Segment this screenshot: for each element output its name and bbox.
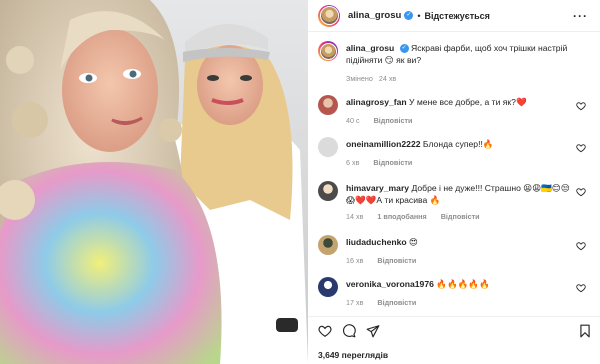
heart-icon[interactable]	[576, 101, 586, 111]
avatar[interactable]	[318, 235, 338, 255]
reply-button[interactable]: Відповісти	[441, 212, 480, 221]
author-username[interactable]: alina_grosu	[348, 10, 401, 21]
bookmark-icon[interactable]	[578, 324, 592, 338]
comment-meta: 17 хв Відповісти	[346, 298, 428, 307]
views-number: 3,649	[318, 350, 340, 360]
comment-meta: 16 хв Відповісти	[346, 256, 428, 265]
comment-username[interactable]: veronika_vorona1976	[346, 279, 434, 289]
comment-time: 16 хв	[346, 256, 364, 265]
avatar[interactable]	[318, 95, 338, 115]
heart-icon[interactable]	[576, 143, 586, 153]
comment-meta: 14 хв 1 вподобання Відповісти	[346, 212, 492, 221]
post-panel: alina_grosu ✓ • Відстежується ··· alina_…	[308, 0, 600, 364]
reply-button[interactable]: Відповісти	[374, 116, 413, 125]
comment-username[interactable]: himavary_mary	[346, 183, 409, 193]
comment-meta: 40 с Відповісти	[346, 116, 424, 125]
comment-time: 17 хв	[346, 298, 364, 307]
heart-icon[interactable]	[318, 324, 332, 338]
following-button[interactable]: Відстежується	[424, 11, 489, 21]
comment-body: oneinamillion2222 Блонда супер!!🔥	[346, 138, 572, 150]
reply-button[interactable]: Відповісти	[373, 158, 412, 167]
comment-text: 😍	[409, 237, 418, 247]
comment-text: У мене все добре, а ти як?❤️	[409, 97, 527, 107]
caption-username[interactable]: alina_grosu	[346, 43, 394, 53]
avatar[interactable]	[318, 4, 340, 27]
comment-time: 6 хв	[346, 158, 360, 167]
comment-body: veronika_vorona1976 🔥🔥🔥🔥🔥	[346, 278, 572, 290]
post-image	[0, 0, 308, 364]
caption-time: 24 хв	[378, 74, 397, 83]
comment-body: liudaduchenko 😍	[346, 236, 572, 248]
reply-button[interactable]: Відповісти	[377, 298, 416, 307]
comment-username[interactable]: alinagrosy_fan	[346, 97, 407, 107]
views-label: переглядів	[341, 350, 389, 360]
edited-label: Змінено	[346, 74, 373, 83]
caption-meta: Змінено 24 хв	[346, 74, 408, 83]
avatar[interactable]	[318, 137, 338, 157]
action-bar: 3,649 переглядів	[308, 316, 600, 364]
separator-dot: •	[417, 10, 421, 21]
comment-body: himavary_mary Добре і не дуже!!! Страшно…	[346, 182, 572, 206]
comment-time: 40 с	[346, 116, 360, 125]
heart-icon[interactable]	[576, 241, 586, 251]
heart-icon[interactable]	[576, 187, 586, 197]
caption-body: alina_grosu ✓ Яскраві фарби, щоб хоч трі…	[346, 42, 572, 66]
comment-text: 🔥🔥🔥🔥🔥	[436, 279, 490, 289]
avatar[interactable]	[318, 41, 338, 61]
more-options-icon[interactable]: ···	[573, 9, 588, 23]
avatar[interactable]	[318, 277, 338, 297]
comment-username[interactable]: oneinamillion2222	[346, 139, 421, 149]
post-photo	[0, 0, 308, 364]
likes-count[interactable]: 1 вподобання	[377, 212, 426, 221]
post-header: alina_grosu ✓ • Відстежується ···	[308, 0, 600, 32]
comment-icon[interactable]	[342, 324, 356, 338]
share-icon[interactable]	[366, 324, 380, 338]
comments-list: alina_grosu ✓ Яскраві фарби, щоб хоч трі…	[308, 33, 600, 316]
views-count: 3,649 переглядів	[318, 350, 388, 360]
comment-time: 14 хв	[346, 212, 364, 221]
heart-icon[interactable]	[576, 283, 586, 293]
verified-badge-icon: ✓	[399, 44, 409, 54]
reply-button[interactable]: Відповісти	[377, 256, 416, 265]
comment-text: Блонда супер!!🔥	[422, 139, 494, 149]
avatar[interactable]	[318, 181, 338, 201]
verified-badge-icon: ✓	[404, 11, 414, 20]
comment-meta: 6 хв Відповісти	[346, 158, 424, 167]
comment-body: alinagrosy_fan У мене все добре, а ти як…	[346, 96, 572, 108]
comment-username[interactable]: liudaduchenko	[346, 237, 407, 247]
